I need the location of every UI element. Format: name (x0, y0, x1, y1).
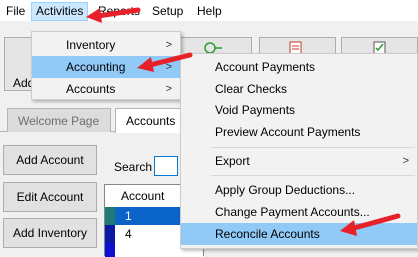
menu-item-label: Reconcile Accounts (215, 227, 320, 241)
menu-item-apply-group-deductions[interactable]: Apply Group Deductions... (181, 179, 417, 201)
add-inventory-button[interactable]: Add Inventory (3, 218, 97, 248)
menu-separator (211, 175, 415, 176)
search-input[interactable] (154, 156, 178, 176)
menu-file[interactable]: File (2, 3, 29, 20)
menu-item-accounting[interactable]: Accounting > (32, 56, 180, 78)
tab-welcome-page[interactable]: Welcome Page (7, 108, 111, 132)
menu-item-preview-account-payments[interactable]: Preview Account Payments (181, 121, 417, 143)
row-color-marker (105, 225, 115, 243)
row-account-value: 4 (125, 227, 132, 241)
menu-activities[interactable]: Activities (31, 2, 89, 21)
submenu-arrow-icon: > (165, 61, 172, 73)
menu-bar: File Activities Reports Setup Help (0, 0, 418, 22)
menu-item-label: Export (215, 154, 250, 168)
menu-item-export[interactable]: Export > (181, 150, 417, 172)
menu-item-label: Account Payments (215, 60, 316, 74)
grid-header-account: Account (121, 189, 165, 203)
menu-separator (211, 147, 415, 148)
menu-help[interactable]: Help (193, 3, 226, 20)
menu-item-label: Accounting (66, 60, 126, 74)
row-account-value: 1 (125, 209, 132, 223)
edit-account-button[interactable]: Edit Account (3, 182, 97, 212)
row-color-marker (105, 207, 115, 225)
activities-menu: Inventory > Accounting > Accounts > (31, 31, 181, 100)
menu-item-label: Void Payments (215, 103, 296, 117)
menu-item-label: Clear Checks (215, 82, 288, 96)
menu-item-inventory[interactable]: Inventory > (32, 34, 180, 56)
row-color-marker (105, 243, 115, 257)
menu-item-change-payment-accounts[interactable]: Change Payment Accounts... (181, 201, 417, 223)
search-label: Search (114, 160, 153, 174)
accounting-submenu: Account Payments Clear Checks Void Payme… (180, 53, 418, 249)
menu-setup[interactable]: Setup (148, 3, 187, 20)
submenu-arrow-icon: > (165, 39, 172, 51)
add-account-button[interactable]: Add Account (3, 145, 97, 175)
menu-item-clear-checks[interactable]: Clear Checks (181, 78, 417, 100)
menu-item-label: Apply Group Deductions... (215, 183, 356, 197)
submenu-arrow-icon: > (402, 155, 409, 167)
submenu-arrow-icon: > (165, 83, 172, 95)
menu-item-accounts[interactable]: Accounts > (32, 78, 180, 100)
menu-item-label: Inventory (66, 38, 116, 52)
menu-item-void-payments[interactable]: Void Payments (181, 99, 417, 121)
menu-item-label: Accounts (66, 82, 116, 96)
menu-item-reconcile-accounts[interactable]: Reconcile Accounts (181, 223, 417, 245)
menu-item-label: Change Payment Accounts... (215, 205, 370, 219)
menu-reports[interactable]: Reports (94, 3, 144, 20)
menu-item-label: Preview Account Payments (215, 125, 361, 139)
menu-item-account-payments[interactable]: Account Payments (181, 56, 417, 78)
